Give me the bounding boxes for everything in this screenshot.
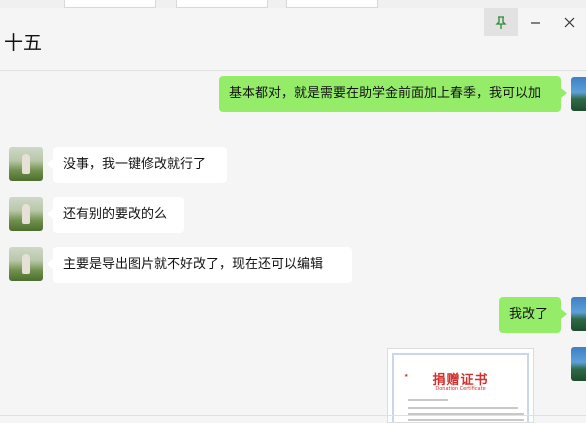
chat-title: 十五 <box>4 32 43 54</box>
certificate-text-line <box>408 407 518 409</box>
minimize-icon <box>530 21 540 24</box>
message-bubble-self[interactable]: 基本都对，就是需要在助学金前面加上春季，我可以加 <box>219 76 567 112</box>
message-text: 没事，我一键修改就行了 <box>63 157 207 172</box>
message-bubble-self[interactable]: 我改了 <box>499 297 567 333</box>
self-avatar[interactable] <box>571 347 586 381</box>
friend-avatar[interactable] <box>9 247 43 281</box>
certificate-text-line <box>408 419 524 421</box>
window-tab-strip <box>0 0 586 8</box>
message-bubble-friend[interactable]: 没事，我一键修改就行了 <box>47 147 227 183</box>
message-text: 基本都对，就是需要在助学金前面加上春季，我可以加 <box>229 86 542 101</box>
image-message[interactable]: ★ 捐赠证书 Donation Certificate <box>387 348 534 423</box>
tab-thumbnail[interactable] <box>286 0 378 8</box>
message-text: 还有别的要改的么 <box>63 207 168 222</box>
pin-button[interactable] <box>484 8 518 36</box>
message-text: 主要是导出图片就不好改了，现在还可以编辑 <box>63 257 324 272</box>
window-controls <box>484 8 586 36</box>
tab-thumbnail[interactable] <box>64 0 156 8</box>
pin-icon <box>495 15 507 29</box>
header-divider <box>0 70 586 71</box>
tab-thumbnail[interactable] <box>176 0 268 8</box>
close-button[interactable] <box>552 8 586 36</box>
input-divider <box>0 415 586 416</box>
close-icon <box>564 17 574 27</box>
message-bubble-friend[interactable]: 还有别的要改的么 <box>47 197 184 233</box>
self-avatar[interactable] <box>571 77 586 111</box>
friend-avatar[interactable] <box>9 147 43 181</box>
certificate-frame: ★ 捐赠证书 Donation Certificate <box>392 353 529 422</box>
self-avatar[interactable] <box>571 297 586 331</box>
message-text: 我改了 <box>509 307 549 322</box>
minimize-button[interactable] <box>518 8 552 36</box>
message-bubble-friend[interactable]: 主要是导出图片就不好改了，现在还可以编辑 <box>47 247 352 283</box>
certificate-text-line <box>408 399 448 401</box>
friend-avatar[interactable] <box>9 197 43 231</box>
certificate-subtitle: Donation Certificate <box>435 386 486 392</box>
